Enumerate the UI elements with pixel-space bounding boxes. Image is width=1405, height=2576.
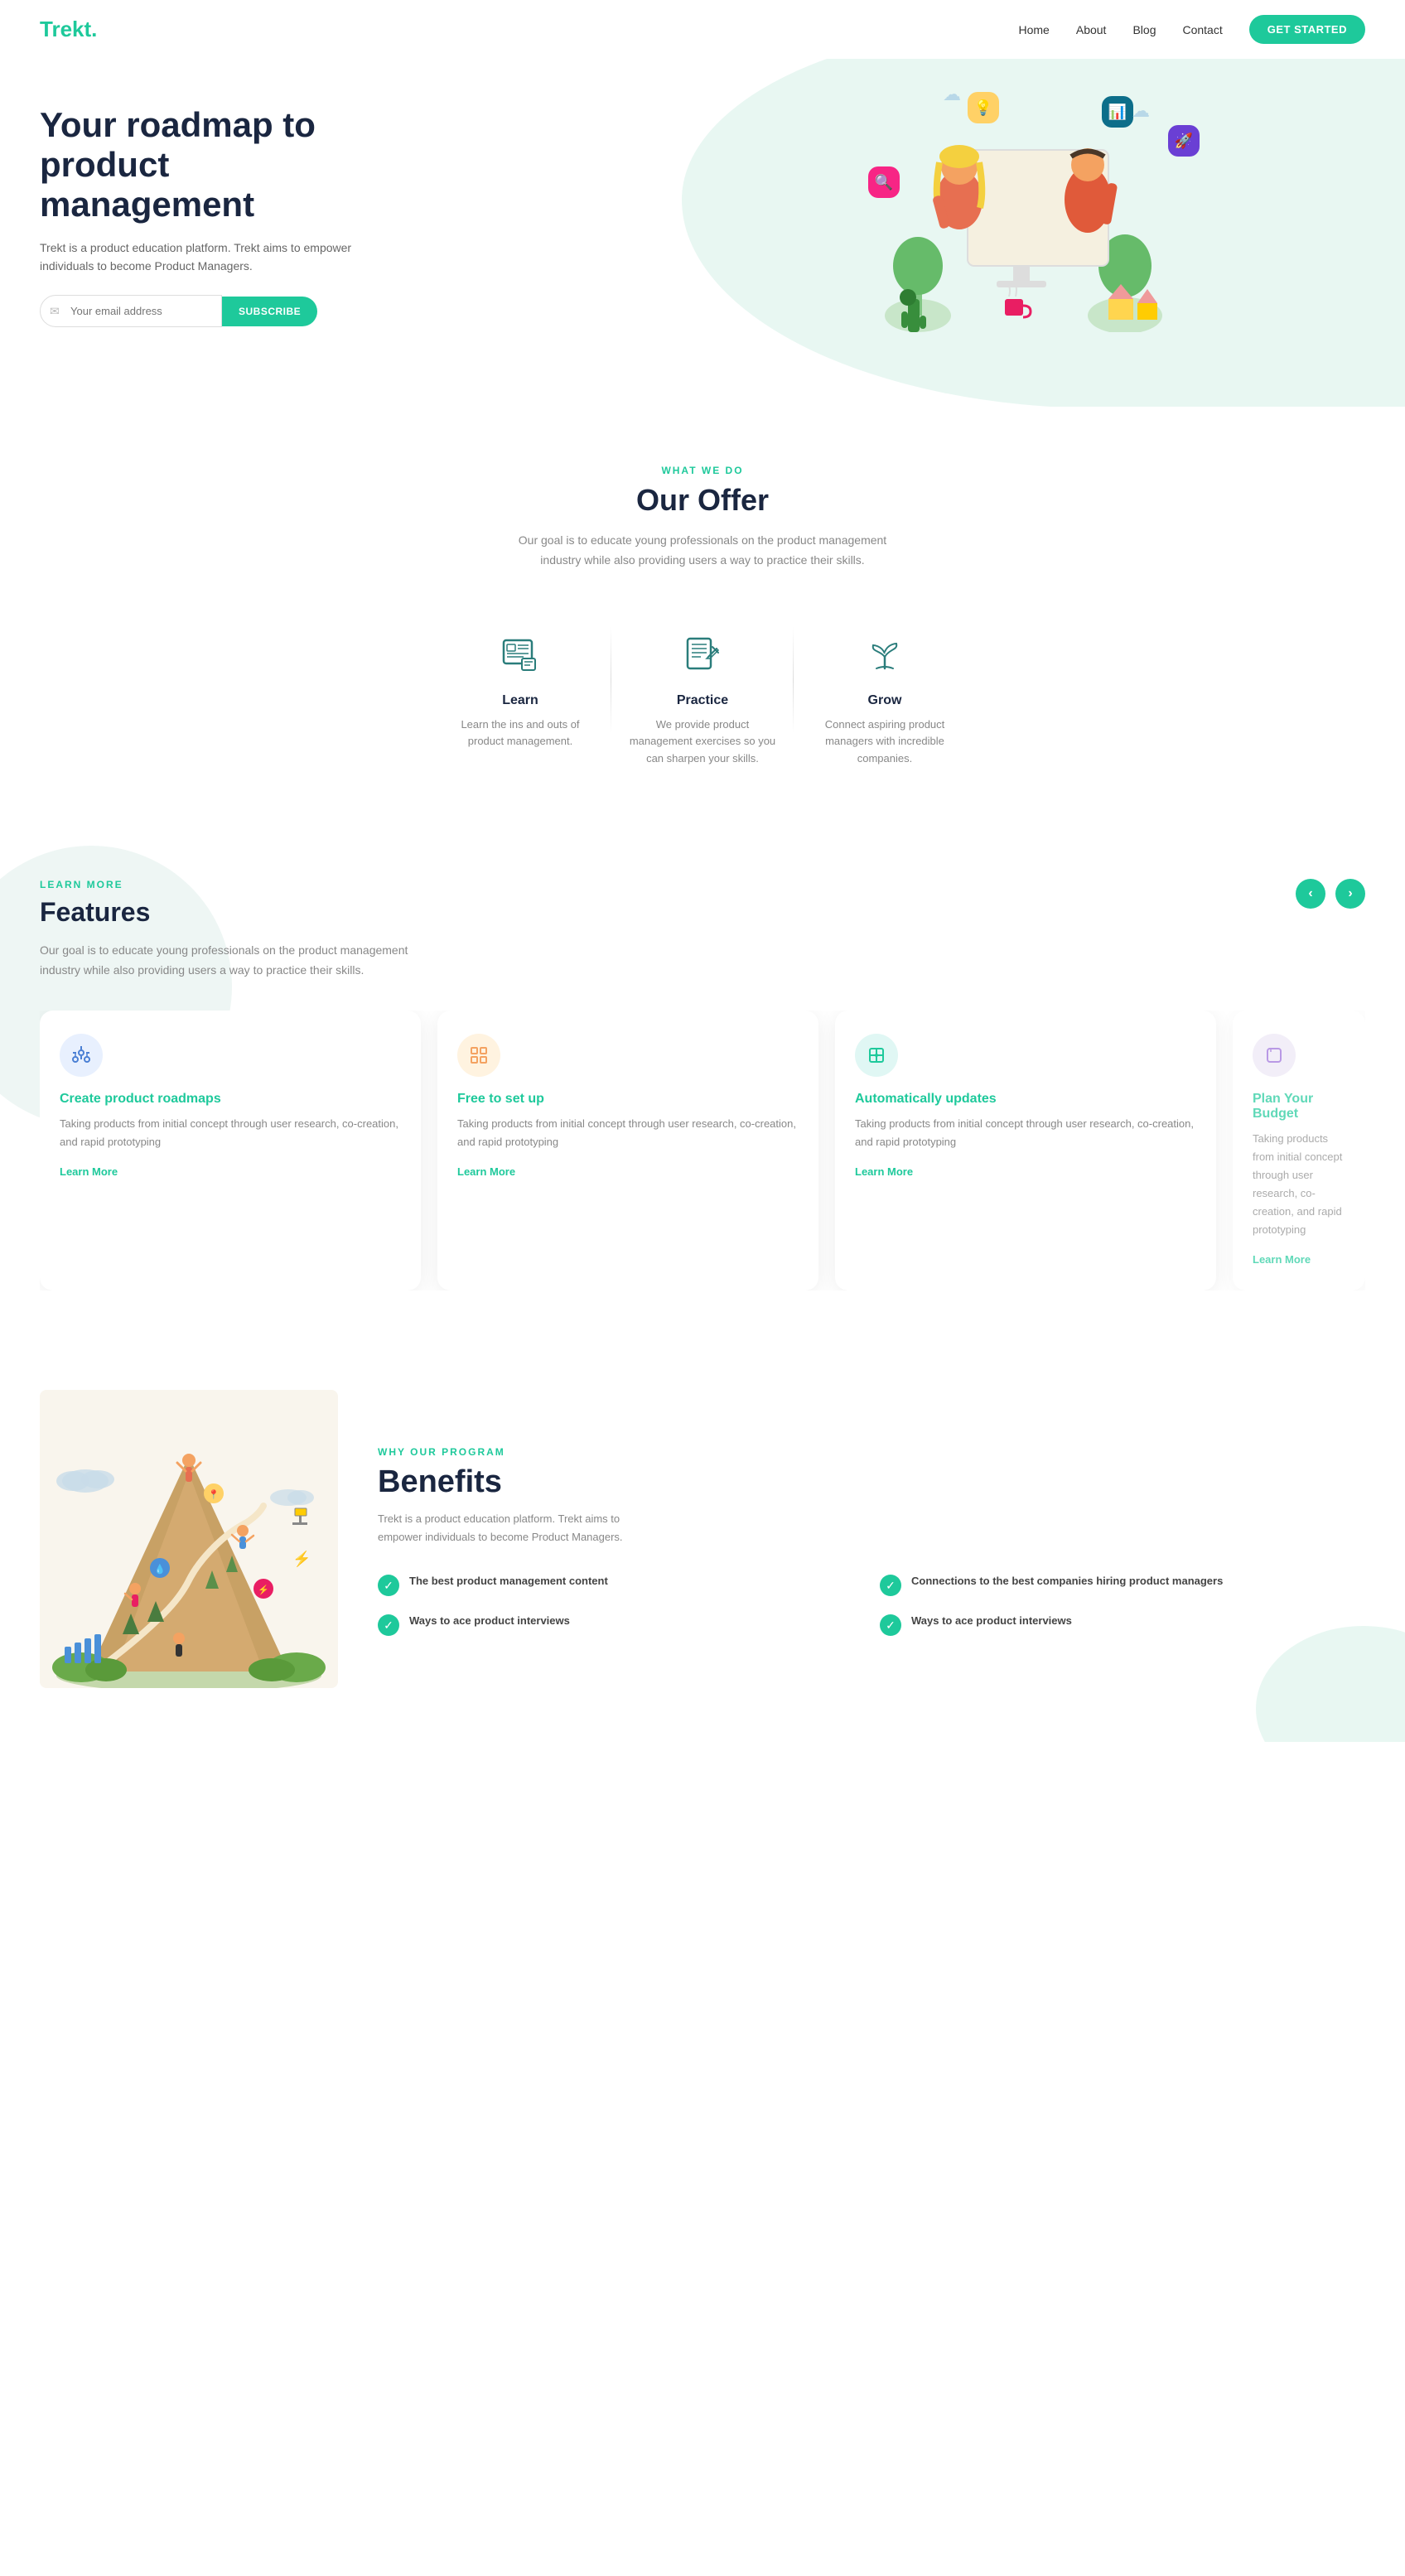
nav-blog[interactable]: Blog [1132, 23, 1156, 36]
feature-free-title: Free to set up [457, 1092, 799, 1107]
benefit-item-4: ✓ Ways to ace product interviews [880, 1613, 1365, 1636]
svg-text:📍: 📍 [208, 1489, 220, 1500]
svg-text:⚡: ⚡ [258, 1585, 269, 1595]
features-title: Features [40, 897, 421, 928]
feature-roadmaps-link[interactable]: Learn More [60, 1165, 118, 1178]
hero-illustration-area: 💡 🔍 📊 🚀 ☁ ☁ [702, 84, 1365, 349]
nav-home[interactable]: Home [1019, 23, 1050, 36]
features-navigation: ‹ › [1296, 879, 1365, 909]
benefit-check-3: ✓ [378, 1614, 399, 1636]
feature-free-desc: Taking products from initial concept thr… [457, 1115, 799, 1151]
hero-title: Your roadmap to product management [40, 105, 355, 225]
next-arrow-button[interactable]: › [1335, 879, 1365, 909]
features-header: LEARN MORE Features Our goal is to educa… [40, 879, 1365, 981]
feature-plan-title: Plan Your Budget [1253, 1092, 1345, 1122]
features-label: LEARN MORE [40, 879, 421, 890]
nav-contact[interactable]: Contact [1182, 23, 1222, 36]
email-wrapper: ✉ [40, 295, 222, 327]
offer-grow-desc: Connect aspiring product managers with i… [810, 716, 959, 768]
benefits-grid: ✓ The best product management content ✓ … [378, 1573, 1365, 1636]
offer-card-practice: Practice We provide product management e… [611, 610, 794, 788]
feature-roadmaps-desc: Taking products from initial concept thr… [60, 1115, 401, 1151]
benefits-section-label: WHY OUR PROGRAM [378, 1446, 1365, 1458]
feature-updates-title: Automatically updates [855, 1092, 1196, 1107]
mountain-svg: 📍 💧 ⚡ ⚡ [40, 1390, 338, 1688]
benefit-item-1: ✓ The best product management content [378, 1573, 863, 1596]
offer-section: WHAT WE DO Our Offer Our goal is to educ… [0, 407, 1405, 829]
offer-title: Our Offer [40, 483, 1365, 518]
offer-section-label: WHAT WE DO [40, 465, 1365, 476]
features-intro: LEARN MORE Features Our goal is to educa… [40, 879, 421, 981]
feature-free-link[interactable]: Learn More [457, 1165, 515, 1178]
features-section: LEARN MORE Features Our goal is to educa… [0, 829, 1405, 1340]
email-icon: ✉ [50, 304, 60, 318]
hero-subtitle: Trekt is a product education platform. T… [40, 239, 355, 276]
get-started-button[interactable]: GET STARTED [1249, 15, 1365, 44]
benefit-check-1: ✓ [378, 1575, 399, 1596]
free-icon [457, 1034, 500, 1077]
learn-icon [495, 630, 545, 680]
benefits-illustration: 📍 💧 ⚡ ⚡ [40, 1390, 338, 1692]
feature-card-roadmaps: Create product roadmaps Taking products … [40, 1011, 421, 1291]
benefits-title: Benefits [378, 1464, 1365, 1500]
benefit-check-4: ✓ [880, 1614, 901, 1636]
offer-card-learn: Learn Learn the ins and outs of product … [429, 610, 611, 788]
feature-plan-desc: Taking products from initial concept thr… [1253, 1130, 1345, 1240]
benefit-text-2: Connections to the best companies hiring… [911, 1573, 1223, 1589]
offer-learn-name: Learn [446, 693, 595, 708]
subscribe-button[interactable]: SUBSCRIBE [222, 297, 317, 326]
benefit-text-4: Ways to ace product interviews [911, 1613, 1072, 1629]
benefit-text-3: Ways to ace product interviews [409, 1613, 570, 1629]
benefits-content: WHY OUR PROGRAM Benefits Trekt is a prod… [378, 1446, 1365, 1636]
nav-links: Home About Blog Contact GET STARTED [1019, 15, 1366, 44]
feature-roadmaps-title: Create product roadmaps [60, 1092, 401, 1107]
hero-illustration: 💡 🔍 📊 🚀 ☁ ☁ [860, 84, 1208, 349]
feature-updates-desc: Taking products from initial concept thr… [855, 1115, 1196, 1151]
feature-plan-link[interactable]: Learn More [1253, 1253, 1311, 1266]
benefit-item-3: ✓ Ways to ace product interviews [378, 1613, 863, 1636]
updates-icon [855, 1034, 898, 1077]
offer-practice-desc: We provide product management exercises … [628, 716, 777, 768]
feature-card-free: Free to set up Taking products from init… [437, 1011, 818, 1291]
prev-arrow-button[interactable]: ‹ [1296, 879, 1325, 909]
offer-cards: Learn Learn the ins and outs of product … [40, 610, 1365, 788]
logo: Trekt. [40, 17, 97, 42]
plan-icon [1253, 1034, 1296, 1077]
hero-section: Your roadmap to product management Trekt… [0, 59, 1405, 407]
svg-text:💧: 💧 [154, 1564, 166, 1575]
feature-card-updates: Automatically updates Taking products fr… [835, 1011, 1216, 1291]
benefits-subtitle: Trekt is a product education platform. T… [378, 1510, 659, 1546]
benefits-section: 📍 💧 ⚡ ⚡ WHY OUR PROGRAM [0, 1340, 1405, 1742]
svg-text:⚡: ⚡ [292, 1550, 311, 1568]
nav-about[interactable]: About [1076, 23, 1107, 36]
practice-icon [678, 630, 727, 680]
grow-icon [860, 630, 910, 680]
benefit-item-2: ✓ Connections to the best companies hiri… [880, 1573, 1365, 1596]
offer-subtitle: Our goal is to educate young professiona… [512, 531, 893, 571]
navbar: Trekt. Home About Blog Contact GET START… [0, 0, 1405, 59]
email-input[interactable] [40, 295, 222, 327]
offer-practice-name: Practice [628, 693, 777, 708]
benefit-text-1: The best product management content [409, 1573, 608, 1589]
benefit-check-2: ✓ [880, 1575, 901, 1596]
hero-content: Your roadmap to product management Trekt… [40, 105, 355, 328]
offer-grow-name: Grow [810, 693, 959, 708]
hero-people-svg [868, 100, 1183, 332]
offer-card-grow: Grow Connect aspiring product managers w… [794, 610, 976, 788]
offer-learn-desc: Learn the ins and outs of product manage… [446, 716, 595, 751]
blob-decoration [1256, 1626, 1405, 1742]
feature-card-plan: Plan Your Budget Taking products from in… [1233, 1011, 1365, 1291]
feature-cards: Create product roadmaps Taking products … [40, 1011, 1365, 1291]
feature-updates-link[interactable]: Learn More [855, 1165, 913, 1178]
roadmaps-icon [60, 1034, 103, 1077]
features-subtitle: Our goal is to educate young professiona… [40, 941, 421, 981]
hero-form: ✉ SUBSCRIBE [40, 295, 355, 327]
